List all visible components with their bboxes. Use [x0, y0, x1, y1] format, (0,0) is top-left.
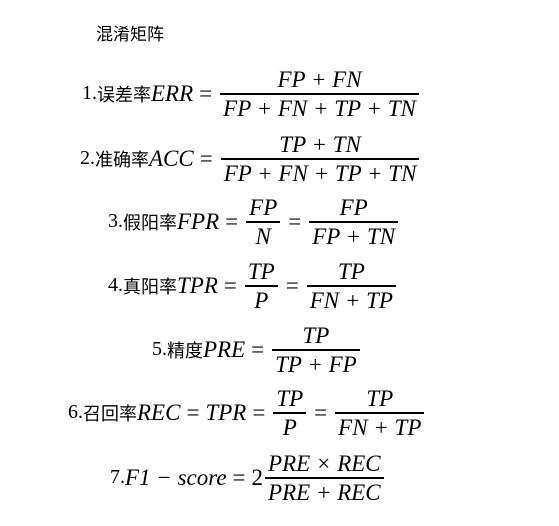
fraction-denominator: FN + TP — [309, 287, 393, 313]
fraction-numerator: FP — [249, 195, 278, 220]
formula-f1-score: 7. F1 − score = 2 PRE × REC PRE + REC — [110, 450, 386, 506]
formula-precision: 5. 精度 PRE = TP TP + FP — [152, 322, 362, 378]
fraction-numerator: TP — [276, 386, 304, 411]
formula-lhs: ACC — [149, 145, 194, 171]
formula-false-positive-rate: 3. 假阳率 FPR = FP N = FP FP + TN — [108, 194, 400, 250]
formula-true-positive-rate: 4. 真阳率 TPR = TP P = TP FN + TP — [108, 258, 398, 314]
formula-number: 3. — [108, 210, 123, 233]
fraction: PRE × REC PRE + REC — [265, 450, 384, 506]
fraction-numerator: TP — [337, 259, 365, 284]
formula-number: 1. — [82, 82, 97, 105]
equals-sign: = — [288, 208, 302, 234]
equals-sign: = — [251, 336, 265, 362]
formula-accuracy: 2. 准确率 ACC = TP + TN FP + FN + TP + TN — [80, 131, 421, 187]
formula-number: 2. — [80, 147, 95, 170]
equals-sign: = — [199, 145, 213, 171]
fraction-denominator: P — [282, 414, 297, 440]
fraction: FP FP + TN — [309, 194, 399, 250]
formula-middle-term: TPR — [205, 399, 247, 425]
fraction-numerator: TP — [247, 259, 275, 284]
formula-number: 6. — [68, 401, 83, 424]
fraction: TP TP + FP — [272, 322, 360, 378]
fraction-denominator: FP + FN + TP + TN — [223, 95, 416, 121]
equals-sign: = — [285, 272, 299, 298]
fraction: FP N — [246, 194, 281, 250]
formula-error-rate: 1. 误差率 ERR = FP + FN FP + FN + TP + TN — [82, 66, 421, 122]
formula-chinese-label: 准确率 — [95, 149, 149, 171]
equals-sign: = — [314, 399, 328, 425]
fraction: TP P — [244, 258, 278, 314]
formula-chinese-label: 召回率 — [83, 403, 137, 425]
formula-number: 7. — [110, 466, 125, 489]
fraction-numerator: TP — [302, 323, 330, 348]
equals-sign: = — [186, 399, 200, 425]
fraction: TP P — [273, 385, 307, 441]
fraction-denominator: PRE + REC — [268, 479, 381, 505]
fraction-denominator: FN + TP — [338, 414, 422, 440]
equals-sign: = — [232, 464, 246, 490]
formula-lhs: F1 − score — [125, 464, 227, 490]
equals-sign: = — [199, 80, 213, 106]
formula-recall: 6. 召回率 REC = TPR = TP P = TP FN + TP — [68, 385, 426, 441]
formula-lhs: TPR — [177, 272, 218, 298]
fraction-denominator: FP + TN — [312, 223, 396, 249]
page-title: 混淆矩阵 — [96, 25, 164, 45]
formula-lhs: REC — [137, 399, 181, 425]
fraction-denominator: TP + FP — [275, 351, 357, 377]
fraction: TP + TN FP + FN + TP + TN — [220, 131, 420, 187]
formula-chinese-label: 真阳率 — [123, 276, 177, 298]
fraction: TP FN + TP — [306, 258, 396, 314]
equals-sign: = — [252, 399, 266, 425]
fraction-numerator: TP + TN — [279, 132, 361, 157]
fraction-denominator: FP + FN + TP + TN — [223, 160, 417, 186]
equals-sign: = — [223, 272, 237, 298]
fraction-numerator: PRE × REC — [268, 451, 381, 476]
formula-lhs: FPR — [177, 208, 220, 234]
fraction-denominator: N — [255, 223, 271, 249]
formula-chinese-label: 精度 — [167, 340, 203, 362]
formula-number: 5. — [152, 338, 167, 361]
fraction: TP FN + TP — [335, 385, 425, 441]
formula-lhs: ERR — [151, 80, 194, 106]
equals-sign: = — [225, 208, 239, 234]
fraction-denominator: P — [254, 287, 269, 313]
fraction-numerator: TP — [366, 386, 394, 411]
fraction-numerator: FP + FN — [277, 67, 362, 92]
formula-lhs: PRE — [203, 336, 246, 362]
formula-number: 4. — [108, 274, 123, 297]
formula-chinese-label: 误差率 — [97, 84, 151, 106]
formula-coefficient: 2 — [251, 464, 264, 490]
formula-chinese-label: 假阳率 — [123, 212, 177, 234]
fraction-numerator: FP — [339, 195, 368, 220]
fraction: FP + FN FP + FN + TP + TN — [220, 66, 419, 122]
